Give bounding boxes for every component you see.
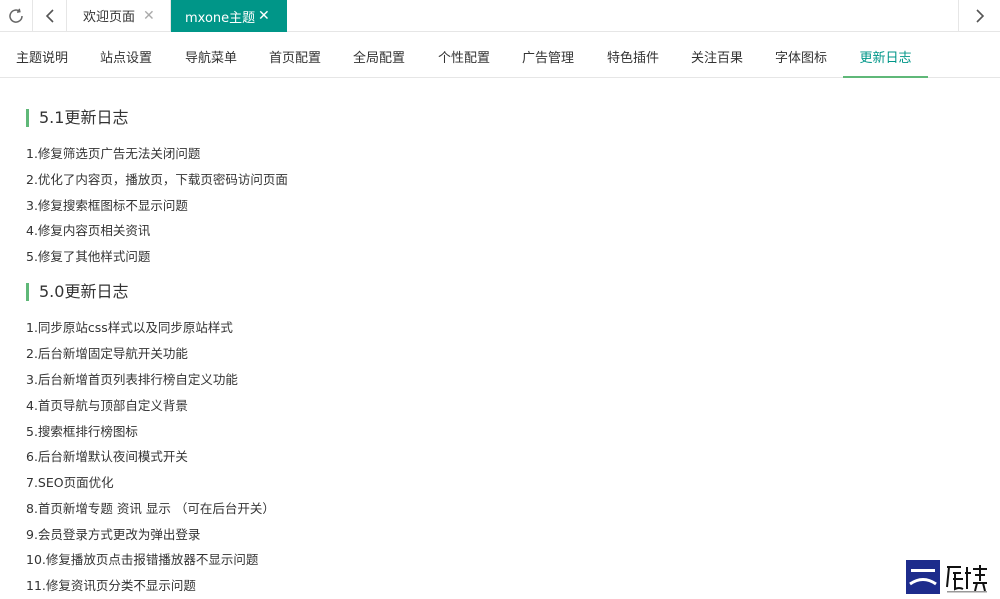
log-line: 1.同步原站css样式以及同步原站样式 (26, 320, 233, 335)
subnav-item-site-settings[interactable]: 站点设置 (100, 40, 152, 77)
log-line: 3.后台新增首页列表排行榜自定义功能 (26, 372, 238, 387)
top-tab-bar: 欢迎页面 ✕ mxone主题 ✕ (0, 0, 1000, 32)
log-line: 6.后台新增默认夜间模式开关 (26, 449, 188, 464)
refresh-icon (9, 8, 23, 23)
subnav-item-theme-intro[interactable]: 主题说明 (16, 40, 68, 77)
close-icon[interactable]: ✕ (143, 8, 155, 24)
section-title-5-0: 5.0更新日志 (26, 283, 128, 301)
tab-welcome-label: 欢迎页面 (83, 10, 136, 25)
settings-subnav: 主题说明 站点设置 导航菜单 首页配置 全局配置 个性配置 广告管理 特色插件 … (0, 40, 1000, 78)
log-line: 2.后台新增固定导航开关功能 (26, 346, 188, 361)
log-line: 5.搜索框排行榜图标 (26, 424, 138, 439)
subnav-item-global-config[interactable]: 全局配置 (353, 40, 405, 77)
log-line: 5.修复了其他样式问题 (26, 249, 151, 264)
subnav-item-changelog[interactable]: 更新日志 (843, 40, 928, 78)
log-line: 9.会员登录方式更改为弹出登录 (26, 527, 201, 542)
subnav-item-font-icons[interactable]: 字体图标 (775, 40, 827, 77)
chevron-right-icon (975, 8, 984, 23)
log-line: 10.修复播放页点击报错播放器不显示问题 (26, 552, 259, 567)
log-line: 11.修复资讯页分类不显示问题 (26, 578, 196, 593)
tabs-prev-button[interactable] (33, 0, 67, 31)
tab-welcome[interactable]: 欢迎页面 ✕ (67, 0, 171, 31)
chevron-left-icon (45, 8, 54, 23)
subnav-item-nav-menu[interactable]: 导航菜单 (185, 40, 237, 77)
log-line: 4.修复内容页相关资讯 (26, 223, 151, 238)
logo-icon (906, 560, 987, 594)
close-icon[interactable]: ✕ (258, 8, 270, 24)
tab-mxone-label: mxone主题 (185, 10, 256, 26)
subnav-item-custom-config[interactable]: 个性配置 (438, 40, 490, 77)
log-line: 8.首页新增专题 资讯 显示 （可在后台开关） (26, 501, 275, 516)
subnav-item-ad-manage[interactable]: 广告管理 (522, 40, 574, 77)
tab-mxone-theme[interactable]: mxone主题 ✕ (171, 0, 287, 32)
tabs-next-button[interactable] (958, 0, 1000, 31)
subnav-item-plugins[interactable]: 特色插件 (607, 40, 659, 77)
log-line: 4.首页导航与顶部自定义背景 (26, 398, 188, 413)
subnav-item-follow[interactable]: 关注百果 (691, 40, 743, 77)
refresh-button[interactable] (0, 0, 33, 31)
log-line: 3.修复搜索框图标不显示问题 (26, 198, 188, 213)
subnav-item-home-config[interactable]: 首页配置 (269, 40, 321, 77)
section-title-5-1: 5.1更新日志 (26, 109, 128, 127)
log-line: 2.优化了内容页，播放页，下载页密码访问页面 (26, 172, 288, 187)
log-line: 1.修复筛选页广告无法关闭问题 (26, 146, 201, 161)
log-line: 7.SEO页面优化 (26, 475, 114, 490)
